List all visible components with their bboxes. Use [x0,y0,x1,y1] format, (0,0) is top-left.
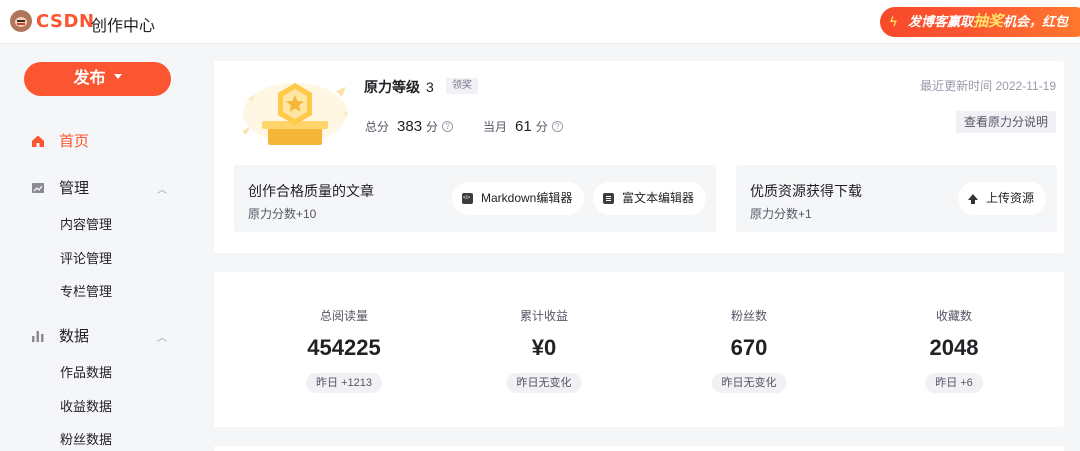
stat-value: 670 [730,335,768,360]
home-icon [32,135,44,147]
chevron-up-icon[interactable]: ︿ [157,329,167,344]
help-icon[interactable]: ? [551,121,563,132]
promo-banner[interactable]: ϟ 发博客赢取抽奖机会，红包 [880,7,1080,37]
upload-resource-button[interactable]: 上传资源 [958,182,1047,215]
top-bar: CSDN 创作中心 ϟ 发博客赢取抽奖机会，红包 [0,0,1080,44]
upload-icon [968,193,978,204]
force-level-title: 原力等级 3 [364,77,434,97]
markdown-editor-label: Markdown编辑器 [481,191,573,205]
month-score-label: 当月 [483,120,508,134]
app-title: 创作中心 [91,18,156,35]
sidebar-subitem-columns[interactable]: 专栏管理 [60,281,112,300]
stat-change: 昨日无变化 [711,373,787,393]
rich-text-icon [603,193,614,204]
sidebar-item-label: 首页 [59,133,90,150]
task-title: 优质资源获得下载 [750,183,862,199]
rich-text-editor-button[interactable]: 富文本编辑器 [593,182,707,215]
stat-change: 昨日无变化 [506,373,582,393]
force-level-number: 3 [426,79,434,95]
promo-highlight: 抽奖 [973,13,1004,30]
stat-label: 总阅读量 [319,309,368,323]
sidebar-subitem-fans-data[interactable]: 粉丝数据 [60,429,112,448]
stat-value: 454225 [307,335,381,360]
sidebar-item-home[interactable]: 首页 [31,130,89,151]
chevron-up-icon[interactable]: ︿ [157,181,167,196]
task-article: 创作合格质量的文章 原力分数+10 Markdown编辑器 富文本编辑器 [234,165,716,232]
rich-text-editor-label: 富文本编辑器 [622,191,695,205]
logo-text: CSDN [36,10,95,32]
score-unit: 分 [426,120,439,134]
sidebar-item-data[interactable]: 数据 [31,325,89,346]
publish-label: 发布 [73,70,106,87]
force-level-label: 原力等级 [364,79,420,95]
month-score: 当月 61 分 ? [483,118,563,135]
task-reward: 原力分数+1 [750,207,812,221]
sidebar-subitem-income-data[interactable]: 收益数据 [60,396,112,415]
total-score-label: 总分 [365,120,390,134]
stat-label: 累计收益 [519,309,568,323]
score-unit: 分 [535,120,548,134]
month-score-value: 61 [515,118,532,135]
task-reward: 原力分数+10 [248,207,317,221]
next-card [214,446,1064,451]
promo-prefix: 发博客赢取 [908,14,974,29]
last-updated: 最近更新时间 2022-11-19 [920,79,1056,93]
sidebar-item-label: 管理 [59,180,90,197]
sidebar-item-label: 数据 [59,328,90,345]
task-resource: 优质资源获得下载 原力分数+1 上传资源 [736,165,1057,232]
caret-down-icon [113,74,122,80]
total-score-value: 383 [397,118,423,135]
force-level-card: 原力等级 3 领奖 总分 383 分 ? 当月 61 分 ? 最近更新时间 202… [214,61,1064,253]
promo-suffix: 机会，红包 [1003,14,1069,29]
stat-value: ¥0 [531,335,557,360]
stat-label: 收藏数 [935,309,972,323]
task-title: 创作合格质量的文章 [248,183,374,199]
total-score: 总分 383 分 ? [365,118,454,135]
lightning-icon: ϟ [890,14,897,29]
sidebar-item-manage[interactable]: 管理 [31,177,89,198]
markdown-editor-button[interactable]: Markdown编辑器 [452,182,585,215]
publish-button[interactable]: 发布 [24,62,171,96]
csdn-logo[interactable]: CSDN [10,10,95,32]
stat-label: 粉丝数 [730,309,767,323]
trophy-icon [242,83,349,145]
view-force-explanation-button[interactable]: 查看原力分说明 [955,111,1056,133]
upload-resource-label: 上传资源 [986,191,1035,205]
sidebar-subitem-works-data[interactable]: 作品数据 [60,362,112,381]
stat-value: 2048 [929,335,979,360]
stats-card: 总阅读量 454225 昨日 +1213 累计收益 ¥0 昨日无变化 粉丝数 6… [214,272,1064,427]
manage-icon [32,182,44,193]
stat-change: 昨日 +6 [925,373,983,393]
stat-change: 昨日 +1213 [306,373,382,393]
logo-mascot-icon [10,10,32,32]
sidebar-subitem-comments[interactable]: 评论管理 [60,248,112,267]
markdown-icon [462,182,473,215]
help-icon[interactable]: ? [442,121,454,132]
claim-reward-badge[interactable]: 领奖 [446,78,478,94]
sidebar-subitem-content[interactable]: 内容管理 [60,214,112,233]
bar-chart-icon [32,330,44,342]
